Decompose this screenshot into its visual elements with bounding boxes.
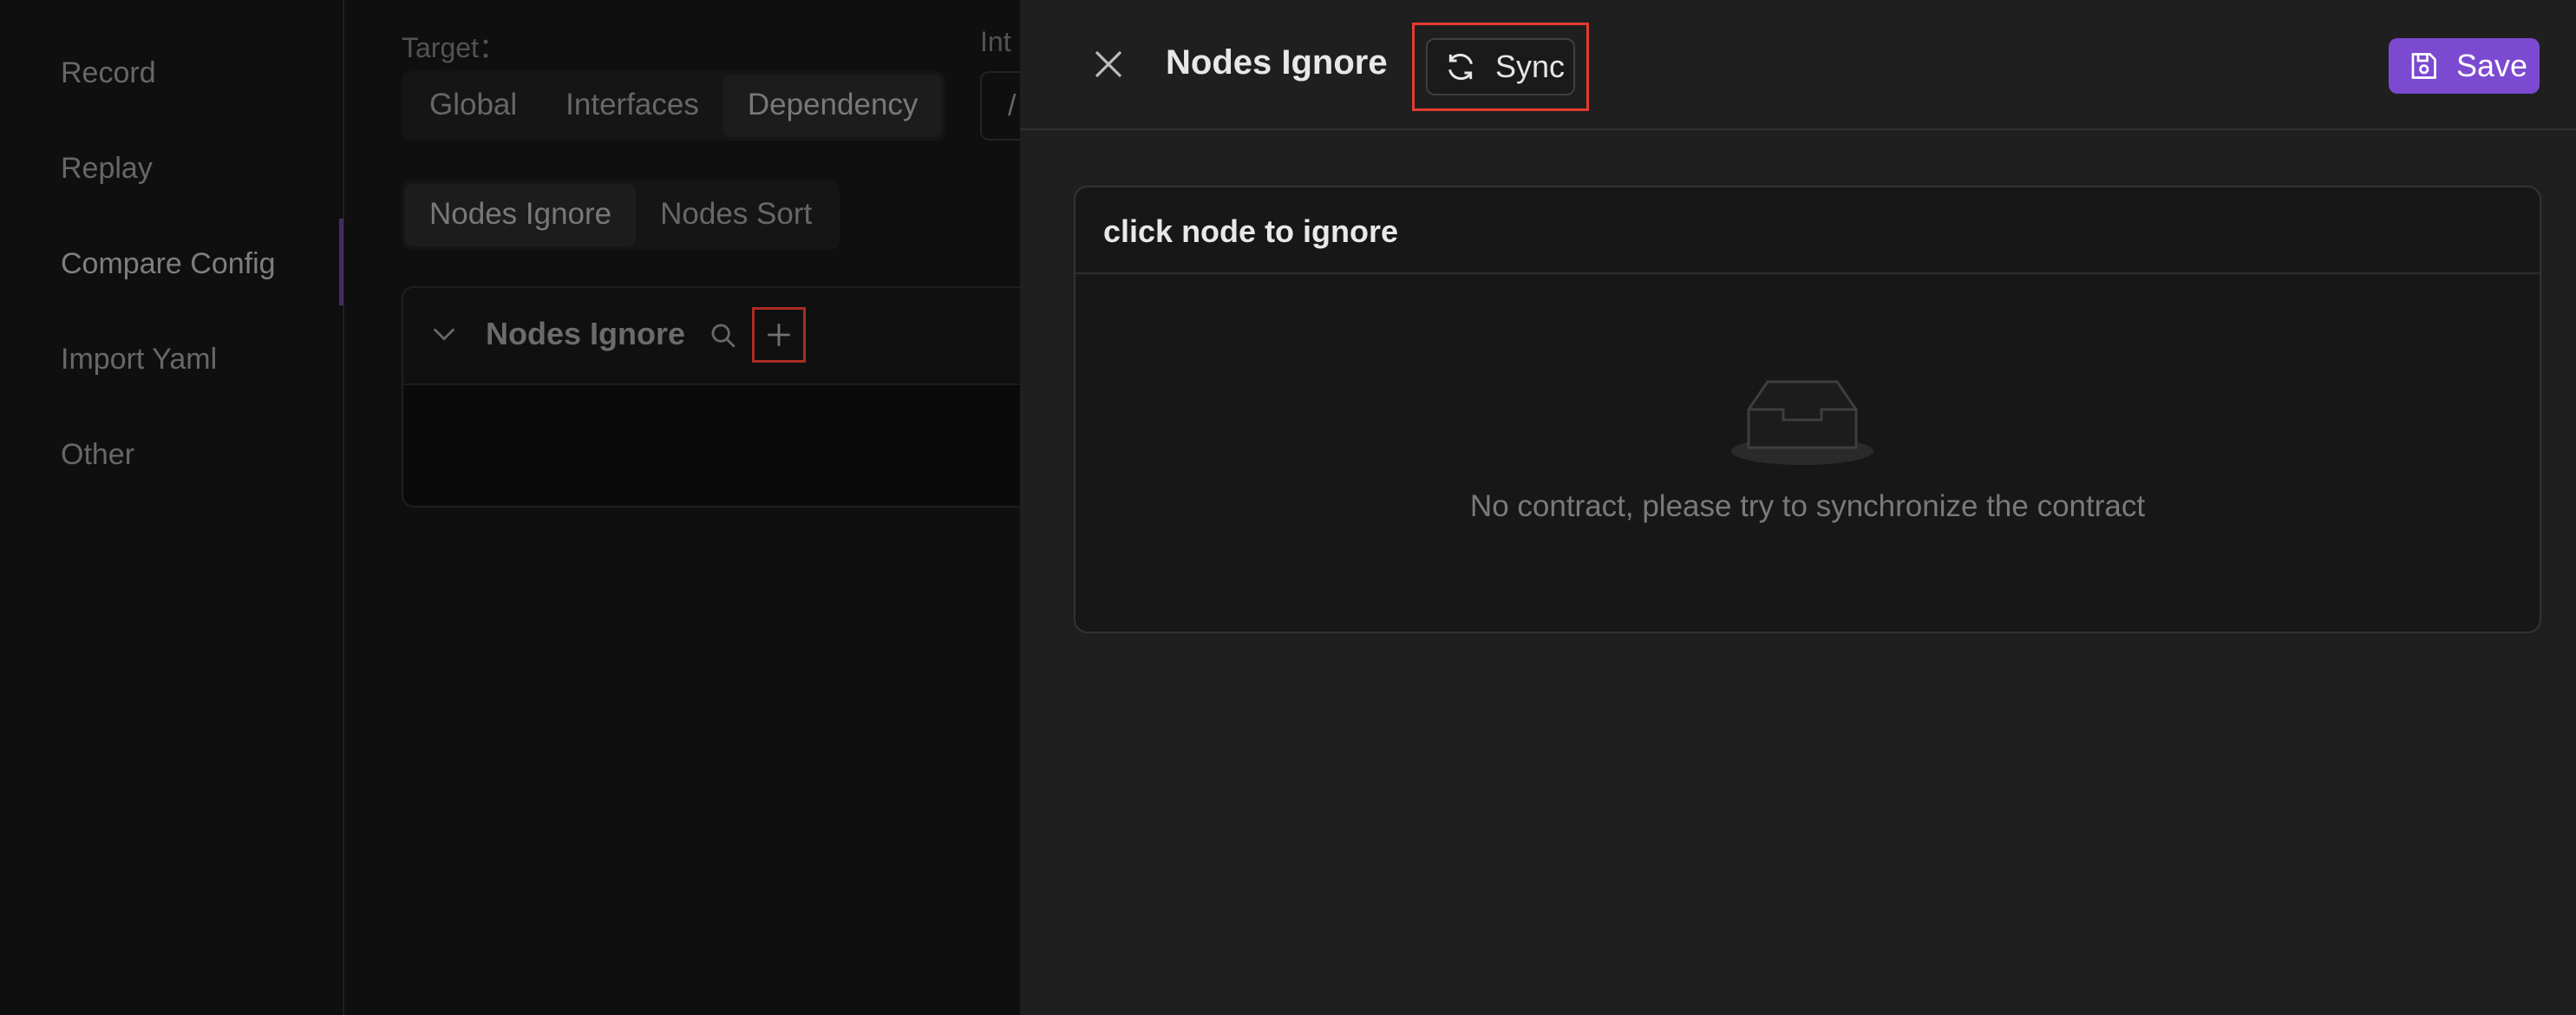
sidebar-item-compare-config[interactable]: Compare Config [0,227,343,300]
panel-title: Nodes Ignore [486,316,686,351]
sync-icon [1448,53,1473,81]
empty-state-text: No contract, please try to synchronize t… [1469,489,2146,523]
save-button[interactable]: Save [2389,38,2540,94]
tab-nodes-sort[interactable]: Nodes Sort [636,184,836,246]
sidebar-item-other[interactable]: Other [0,418,343,491]
target-label: Target： [402,32,507,63]
sync-label: Sync [1495,49,1566,84]
empty-inbox-icon [1729,371,1875,471]
close-icon [1095,50,1122,78]
card-title: click node to ignore [1103,213,1399,249]
nodes-ignore-drawer: Nodes Ignore Sync Save click node to ign… [1020,0,2576,1015]
sync-button[interactable]: Sync [1426,38,1575,95]
save-label: Save [2456,48,2528,83]
target-option-dependency[interactable]: Dependency [722,75,943,137]
tab-nodes-ignore[interactable]: Nodes Ignore [405,184,637,246]
drawer-header: Nodes Ignore Sync Save [1020,0,2576,130]
drawer-title: Nodes Ignore [1166,43,1388,82]
sidebar-item-record[interactable]: Record [0,36,343,109]
sidebar-item-replay[interactable]: Replay [0,132,343,205]
save-icon [2411,53,2436,79]
sidebar-item-import-yaml[interactable]: Import Yaml [0,323,343,396]
mode-segmented: Nodes Ignore Nodes Sort [402,180,840,250]
sidebar: Record Replay Compare Config Import Yaml… [0,0,344,1015]
card-header: click node to ignore [1076,187,2540,274]
ignore-node-card: click node to ignore No contract, please… [1074,186,2541,633]
search-icon[interactable] [709,321,738,355]
chevron-down-icon[interactable] [429,319,459,353]
plus-icon [768,324,790,346]
target-option-interfaces[interactable]: Interfaces [541,75,723,137]
add-node-button[interactable] [752,307,806,363]
sidebar-active-indicator [339,219,343,305]
close-button[interactable] [1084,40,1133,88]
interface-label: Int [980,26,1011,57]
target-segmented: Global Interfaces Dependency [402,71,946,141]
target-option-global[interactable]: Global [405,75,541,137]
